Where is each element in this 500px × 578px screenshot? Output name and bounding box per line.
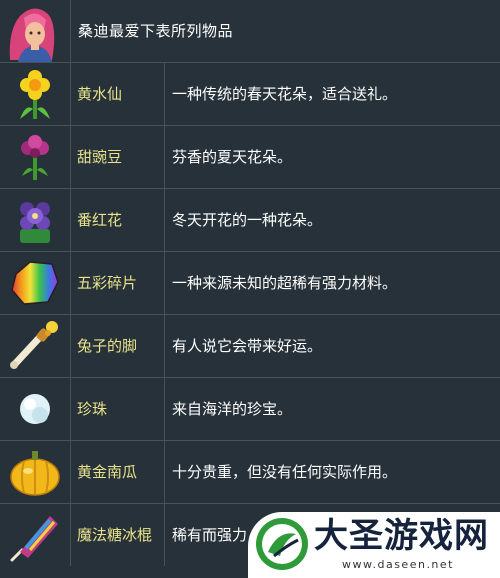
table-header: 桑迪最爱下表所列物品 (0, 0, 500, 63)
item-name: 黄水仙 (71, 63, 165, 125)
item-name: 珍珠 (71, 378, 165, 440)
rabbit-foot-icon (0, 315, 71, 377)
item-name: 甜豌豆 (71, 126, 165, 188)
item-description: 芬香的夏天花朵。 (172, 148, 293, 166)
item-description: 一种传统的春天花朵，适合送礼。 (172, 85, 398, 103)
watermark: 大圣游戏网 www.daseen.net (248, 512, 500, 578)
sandy-portrait-icon (0, 0, 71, 62)
table-row: 兔子的脚 有人说它会带来好运。 (0, 315, 500, 378)
item-description: 冬天开花的一种花朵。 (172, 211, 323, 229)
item-description: 有人说它会带来好运。 (172, 337, 323, 355)
crocus-icon (0, 189, 71, 251)
table-row: 珍珠 来自海洋的珍宝。 (0, 378, 500, 441)
item-name: 黄金南瓜 (71, 441, 165, 503)
watermark-url: www.daseen.net (342, 558, 454, 571)
site-logo-icon (254, 516, 310, 572)
watermark-brand: 大圣游戏网 (314, 516, 489, 556)
item-description: 来自海洋的珍宝。 (172, 400, 293, 418)
prismatic-shard-icon (0, 252, 71, 314)
sweet-pea-icon (0, 126, 71, 188)
item-description: 一种来源未知的超稀有强力材料。 (172, 274, 398, 292)
golden-pumpkin-icon (0, 441, 71, 503)
table-row: 番红花 冬天开花的一种花朵。 (0, 189, 500, 252)
item-description: 稀有而强力 (172, 526, 248, 544)
item-name: 五彩碎片 (71, 252, 165, 314)
pearl-icon (0, 378, 71, 440)
table-row: 五彩碎片 一种来源未知的超稀有强力材料。 (0, 252, 500, 315)
table-row: 黄金南瓜 十分贵重，但没有任何实际作用。 (0, 441, 500, 504)
item-name: 番红花 (71, 189, 165, 251)
table-row: 黄水仙 一种传统的春天花朵，适合送礼。 (0, 63, 500, 126)
magic-rock-candy-icon (0, 504, 71, 566)
item-name: 兔子的脚 (71, 315, 165, 377)
daffodil-icon (0, 63, 71, 125)
table-row: 甜豌豆 芬香的夏天花朵。 (0, 126, 500, 189)
gift-table: 桑迪最爱下表所列物品 黄水仙 一种传统的春天花朵，适合送礼。 甜豌豆 芬香的夏天… (0, 0, 500, 578)
item-name: 魔法糖冰棍 (71, 504, 165, 566)
table-title: 桑迪最爱下表所列物品 (78, 22, 234, 40)
item-description: 十分贵重，但没有任何实际作用。 (172, 463, 398, 481)
